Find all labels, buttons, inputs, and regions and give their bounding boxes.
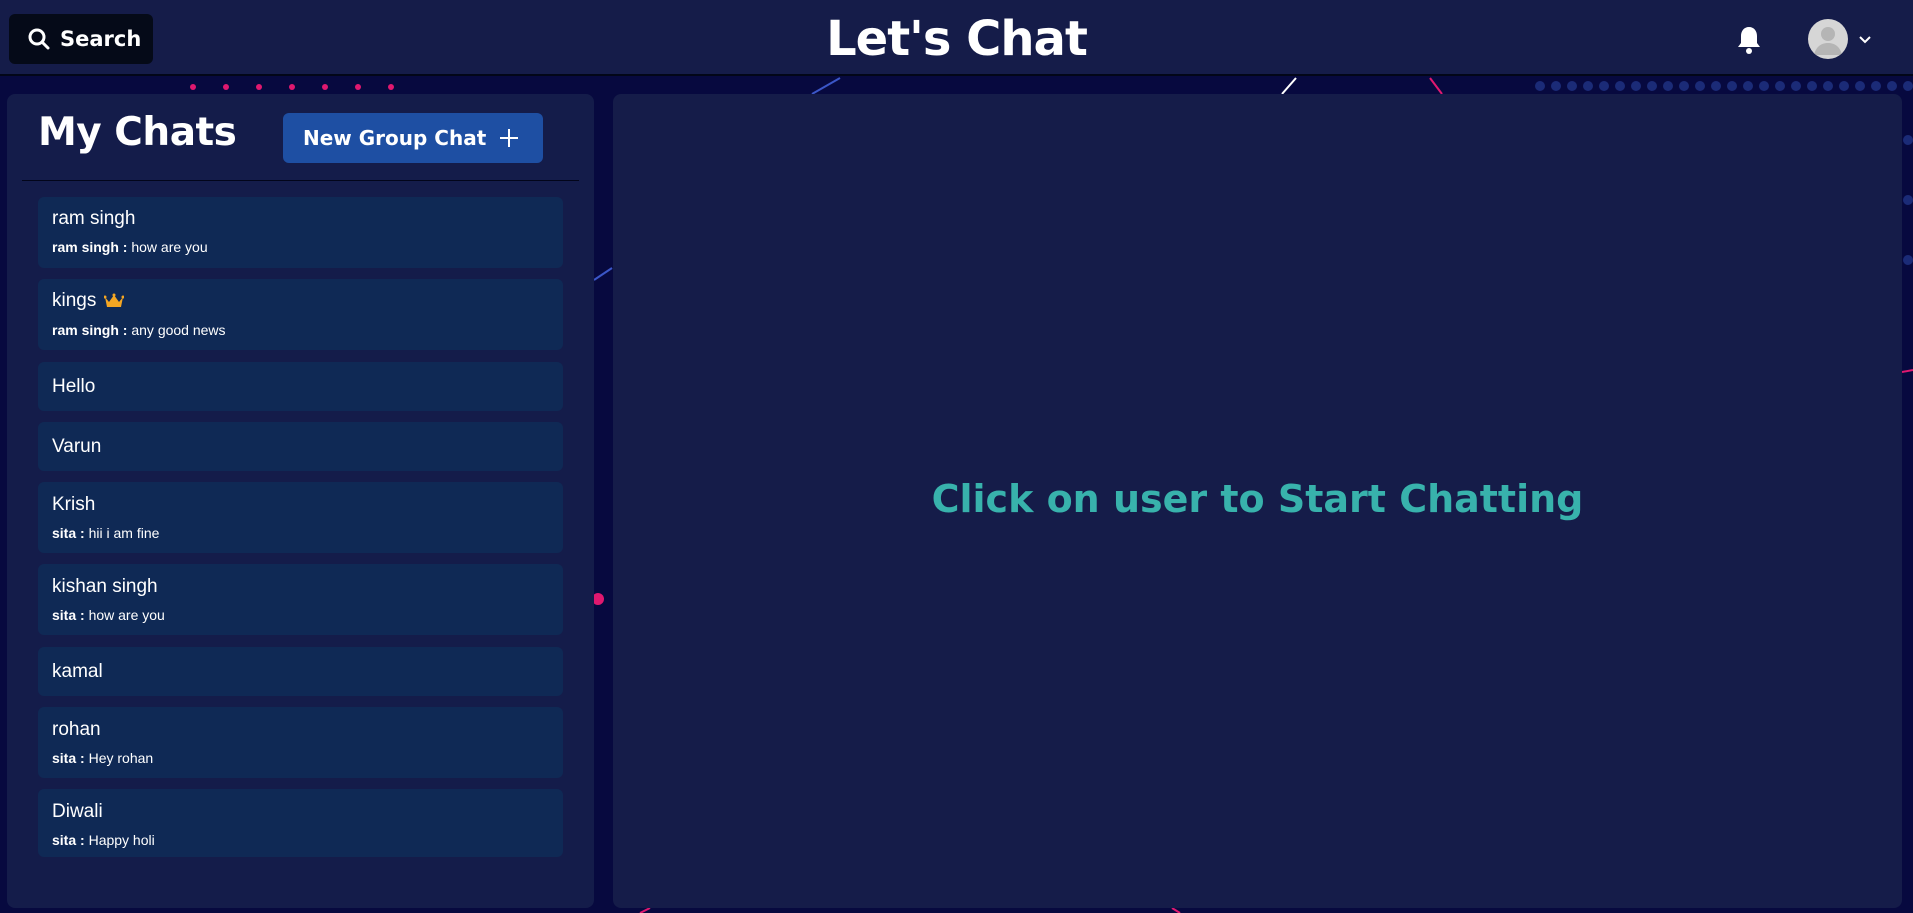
chat-message: how are you xyxy=(131,239,208,255)
chat-message: any good news xyxy=(131,322,226,338)
chat-item-kamal[interactable]: kamal xyxy=(38,647,563,696)
chat-sender: sita : xyxy=(52,750,85,766)
chevron-down-icon xyxy=(1859,36,1871,44)
chat-sender: ram singh : xyxy=(52,322,128,338)
chat-preview: ram singh : any good news xyxy=(52,321,226,339)
chat-message: how are you xyxy=(88,607,165,623)
top-bar: Search Let's Chat xyxy=(0,0,1913,76)
my-chats-panel: My Chats New Group Chat ram singh ram si… xyxy=(7,94,594,908)
chat-name: rohan xyxy=(52,719,101,740)
chat-message: Happy holi xyxy=(88,832,155,848)
crown-icon xyxy=(104,293,125,307)
new-group-chat-label: New Group Chat xyxy=(303,126,487,150)
divider xyxy=(22,180,579,181)
chat-name-row: kings xyxy=(52,289,125,313)
chat-item-kishan-singh[interactable]: kishan singh sita : how are you xyxy=(38,564,563,635)
chat-window: Click on user to Start Chatting xyxy=(613,94,1902,908)
chat-sender: ram singh : xyxy=(52,239,128,255)
my-chats-title: My Chats xyxy=(38,110,237,155)
avatar xyxy=(1808,19,1848,59)
bell-icon[interactable] xyxy=(1736,25,1762,55)
chat-item-varun[interactable]: Varun xyxy=(38,422,563,471)
chat-item-hello[interactable]: Hello xyxy=(38,362,563,411)
chat-preview: sita : Happy holi xyxy=(52,831,155,849)
chat-item-rohan[interactable]: rohan sita : Hey rohan xyxy=(38,707,563,778)
chat-preview: ram singh : how are you xyxy=(52,238,208,256)
start-chatting-placeholder: Click on user to Start Chatting xyxy=(931,477,1584,521)
chat-preview: sita : how are you xyxy=(52,606,165,624)
chat-name: kishan singh xyxy=(52,576,158,597)
user-icon xyxy=(1814,27,1842,55)
new-group-chat-button[interactable]: New Group Chat xyxy=(283,113,543,163)
chat-item-ram-singh[interactable]: ram singh ram singh : how are you xyxy=(38,197,563,268)
chat-preview: sita : hii i am fine xyxy=(52,524,159,542)
app-title: Let's Chat xyxy=(826,11,1088,67)
plus-icon xyxy=(500,129,519,147)
chat-sender: sita : xyxy=(52,607,85,623)
chat-name: Hello xyxy=(52,376,96,397)
chat-preview: sita : Hey rohan xyxy=(52,749,153,767)
chat-name: Varun xyxy=(52,436,102,457)
chat-item-kings[interactable]: kings ram singh : any good news xyxy=(38,279,563,350)
chat-item-diwali[interactable]: Diwali sita : Happy holi xyxy=(38,789,563,857)
chat-message: hii i am fine xyxy=(88,525,160,541)
profile-menu-button[interactable] xyxy=(1808,18,1878,60)
chat-item-krish[interactable]: Krish sita : hii i am fine xyxy=(38,482,563,553)
chat-name: Diwali xyxy=(52,801,103,822)
chat-name: ram singh xyxy=(52,208,136,229)
chat-message: Hey rohan xyxy=(88,750,154,766)
chat-name: Krish xyxy=(52,494,96,515)
chat-sender: sita : xyxy=(52,832,85,848)
chat-name: kings xyxy=(52,290,97,311)
chat-sender: sita : xyxy=(52,525,85,541)
chat-name: kamal xyxy=(52,661,103,682)
